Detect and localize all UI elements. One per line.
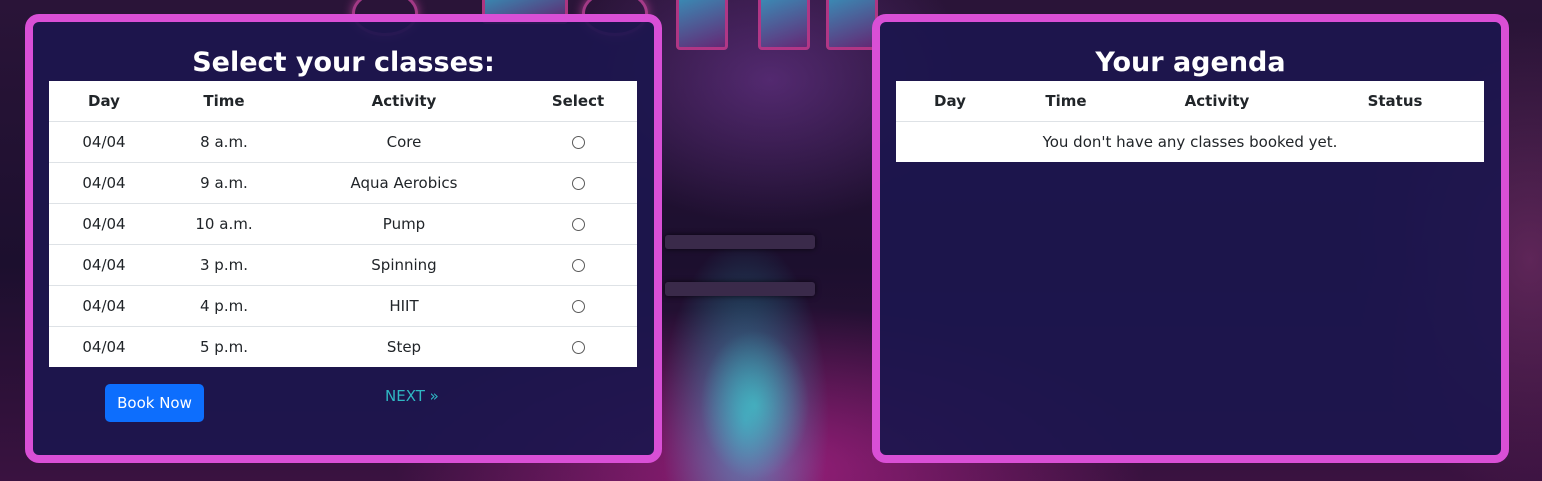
column-header-day: Day — [896, 81, 1004, 122]
class-day: 04/04 — [49, 203, 159, 245]
class-select-radio[interactable] — [571, 300, 585, 313]
class-selection-panel: Select your classes: Day Time Activity S… — [25, 14, 662, 463]
class-activity: HIIT — [289, 285, 519, 327]
poster-decoration — [826, 0, 878, 50]
class-day: 04/04 — [49, 162, 159, 204]
class-select-radio[interactable] — [571, 177, 585, 190]
class-select-cell — [519, 285, 637, 327]
table-row: 04/04 10 a.m. Pump — [49, 203, 637, 245]
table-row: You don't have any classes booked yet. — [896, 122, 1484, 163]
table-row: 04/04 4 p.m. HIIT — [49, 285, 637, 327]
floor-light-decoration — [700, 330, 810, 480]
table-row: 04/04 8 a.m. Core — [49, 121, 637, 163]
column-header-select: Select — [519, 81, 637, 122]
class-day: 04/04 — [49, 285, 159, 327]
class-activity: Pump — [289, 203, 519, 245]
next-page-link[interactable]: NEXT » — [385, 387, 439, 405]
class-day: 04/04 — [82, 338, 126, 356]
class-day: 04/04 — [49, 244, 159, 286]
class-select-radio[interactable] — [571, 341, 585, 354]
column-header-time: Time — [1004, 81, 1128, 122]
class-select-radio[interactable] — [571, 136, 585, 149]
column-header-activity: Activity — [1128, 81, 1306, 122]
class-activity: Aqua Aerobics — [289, 162, 519, 204]
class-activity: Step — [386, 338, 422, 356]
class-select-cell — [519, 203, 637, 245]
treadmill-decoration — [665, 282, 815, 296]
book-now-button[interactable]: Book Now — [105, 384, 204, 422]
class-time: 8 a.m. — [159, 121, 289, 163]
agenda-title: Your agenda — [1095, 47, 1286, 78]
class-day: 04/04 — [49, 121, 159, 163]
classes-table-header: Day Time Activity Select — [49, 81, 637, 122]
table-row: 04/04 9 a.m. Aqua Aerobics — [49, 162, 637, 204]
class-time: 5 p.m. — [200, 338, 248, 356]
class-select-cell — [519, 244, 637, 286]
class-time: 4 p.m. — [159, 285, 289, 327]
class-select-cell — [519, 327, 637, 368]
class-select-cell — [519, 121, 637, 163]
class-activity: Spinning — [289, 244, 519, 286]
table-row: 04/04 5 p.m. Step — [49, 327, 637, 368]
class-time: 3 p.m. — [159, 244, 289, 286]
agenda-table: Day Time Activity Status You don't have … — [896, 81, 1484, 162]
column-header-activity: Activity — [289, 81, 519, 122]
classes-table: Day Time Activity Select 04/04 8 a.m. Co… — [49, 81, 637, 367]
class-select-radio[interactable] — [571, 218, 585, 231]
agenda-empty-message: You don't have any classes booked yet. — [1042, 133, 1338, 151]
poster-decoration — [758, 0, 810, 50]
class-time: 9 a.m. — [159, 162, 289, 204]
class-select-radio[interactable] — [571, 259, 585, 272]
treadmill-decoration — [665, 235, 815, 249]
agenda-table-header: Day Time Activity Status — [896, 81, 1484, 122]
poster-decoration — [676, 0, 728, 50]
column-header-status: Status — [1306, 81, 1484, 122]
class-select-cell — [519, 162, 637, 204]
agenda-panel: Your agenda Day Time Activity Status You… — [872, 14, 1509, 463]
column-header-time: Time — [159, 81, 289, 122]
table-row: 04/04 3 p.m. Spinning — [49, 244, 637, 286]
class-time: 10 a.m. — [159, 203, 289, 245]
column-header-day: Day — [49, 81, 159, 122]
class-activity: Core — [289, 121, 519, 163]
class-selection-title: Select your classes: — [192, 47, 495, 78]
